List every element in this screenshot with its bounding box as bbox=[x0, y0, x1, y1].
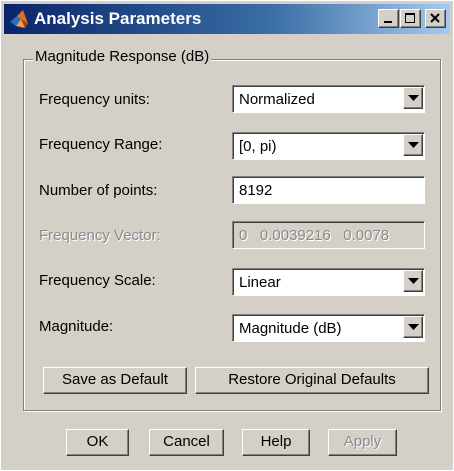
apply-button: Apply bbox=[328, 429, 397, 456]
frequency-range-value: [0, pi) bbox=[239, 138, 277, 155]
frequency-units-dropdown-button[interactable] bbox=[403, 87, 423, 109]
frequency-scale-value: Linear bbox=[239, 274, 281, 291]
magnitude-dropdown-button[interactable] bbox=[403, 316, 423, 338]
frequency-vector-label: Frequency Vector: bbox=[39, 227, 161, 244]
magnitude-label: Magnitude: bbox=[39, 318, 114, 335]
number-of-points-input[interactable]: 8192 bbox=[232, 176, 425, 204]
frequency-scale-select[interactable]: Linear bbox=[232, 268, 425, 296]
magnitude-value: Magnitude (dB) bbox=[239, 320, 342, 337]
frequency-range-dropdown-button[interactable] bbox=[403, 134, 423, 156]
frequency-vector-input: 0 0.0039216 0.0078 bbox=[232, 221, 425, 249]
number-of-points-label: Number of points: bbox=[39, 182, 158, 199]
frequency-vector-value: 0 0.0039216 0.0078 bbox=[239, 227, 390, 244]
restore-original-defaults-button[interactable]: Restore Original Defaults bbox=[195, 367, 429, 394]
maximize-icon bbox=[405, 13, 415, 23]
frequency-units-select[interactable]: Normalized bbox=[232, 85, 425, 113]
maximize-button[interactable] bbox=[400, 9, 421, 28]
minimize-button[interactable] bbox=[378, 9, 399, 28]
analysis-parameters-dialog: Analysis Parameters Magnitude Response (… bbox=[0, 0, 454, 471]
matlab-logo-icon bbox=[8, 8, 30, 30]
frequency-range-select[interactable]: [0, pi) bbox=[232, 132, 425, 160]
minimize-icon bbox=[384, 21, 392, 23]
magnitude-select[interactable]: Magnitude (dB) bbox=[232, 314, 425, 342]
frequency-range-label: Frequency Range: bbox=[39, 136, 163, 153]
group-legend: Magnitude Response (dB) bbox=[33, 48, 212, 65]
chevron-down-icon bbox=[408, 142, 419, 148]
window-title: Analysis Parameters bbox=[34, 9, 202, 28]
close-button[interactable] bbox=[425, 9, 446, 28]
save-as-default-button[interactable]: Save as Default bbox=[43, 367, 187, 394]
cancel-button[interactable]: Cancel bbox=[149, 429, 224, 456]
chevron-down-icon bbox=[408, 95, 419, 101]
frequency-units-value: Normalized bbox=[239, 91, 315, 108]
chevron-down-icon bbox=[408, 278, 419, 284]
chevron-down-icon bbox=[408, 324, 419, 330]
title-bar[interactable]: Analysis Parameters bbox=[4, 4, 450, 34]
frequency-scale-label: Frequency Scale: bbox=[39, 272, 156, 289]
frequency-units-label: Frequency units: bbox=[39, 91, 150, 108]
frequency-scale-dropdown-button[interactable] bbox=[403, 270, 423, 292]
number-of-points-value: 8192 bbox=[239, 182, 273, 199]
close-icon bbox=[430, 13, 440, 23]
help-button[interactable]: Help bbox=[242, 429, 310, 456]
ok-button[interactable]: OK bbox=[66, 429, 129, 456]
